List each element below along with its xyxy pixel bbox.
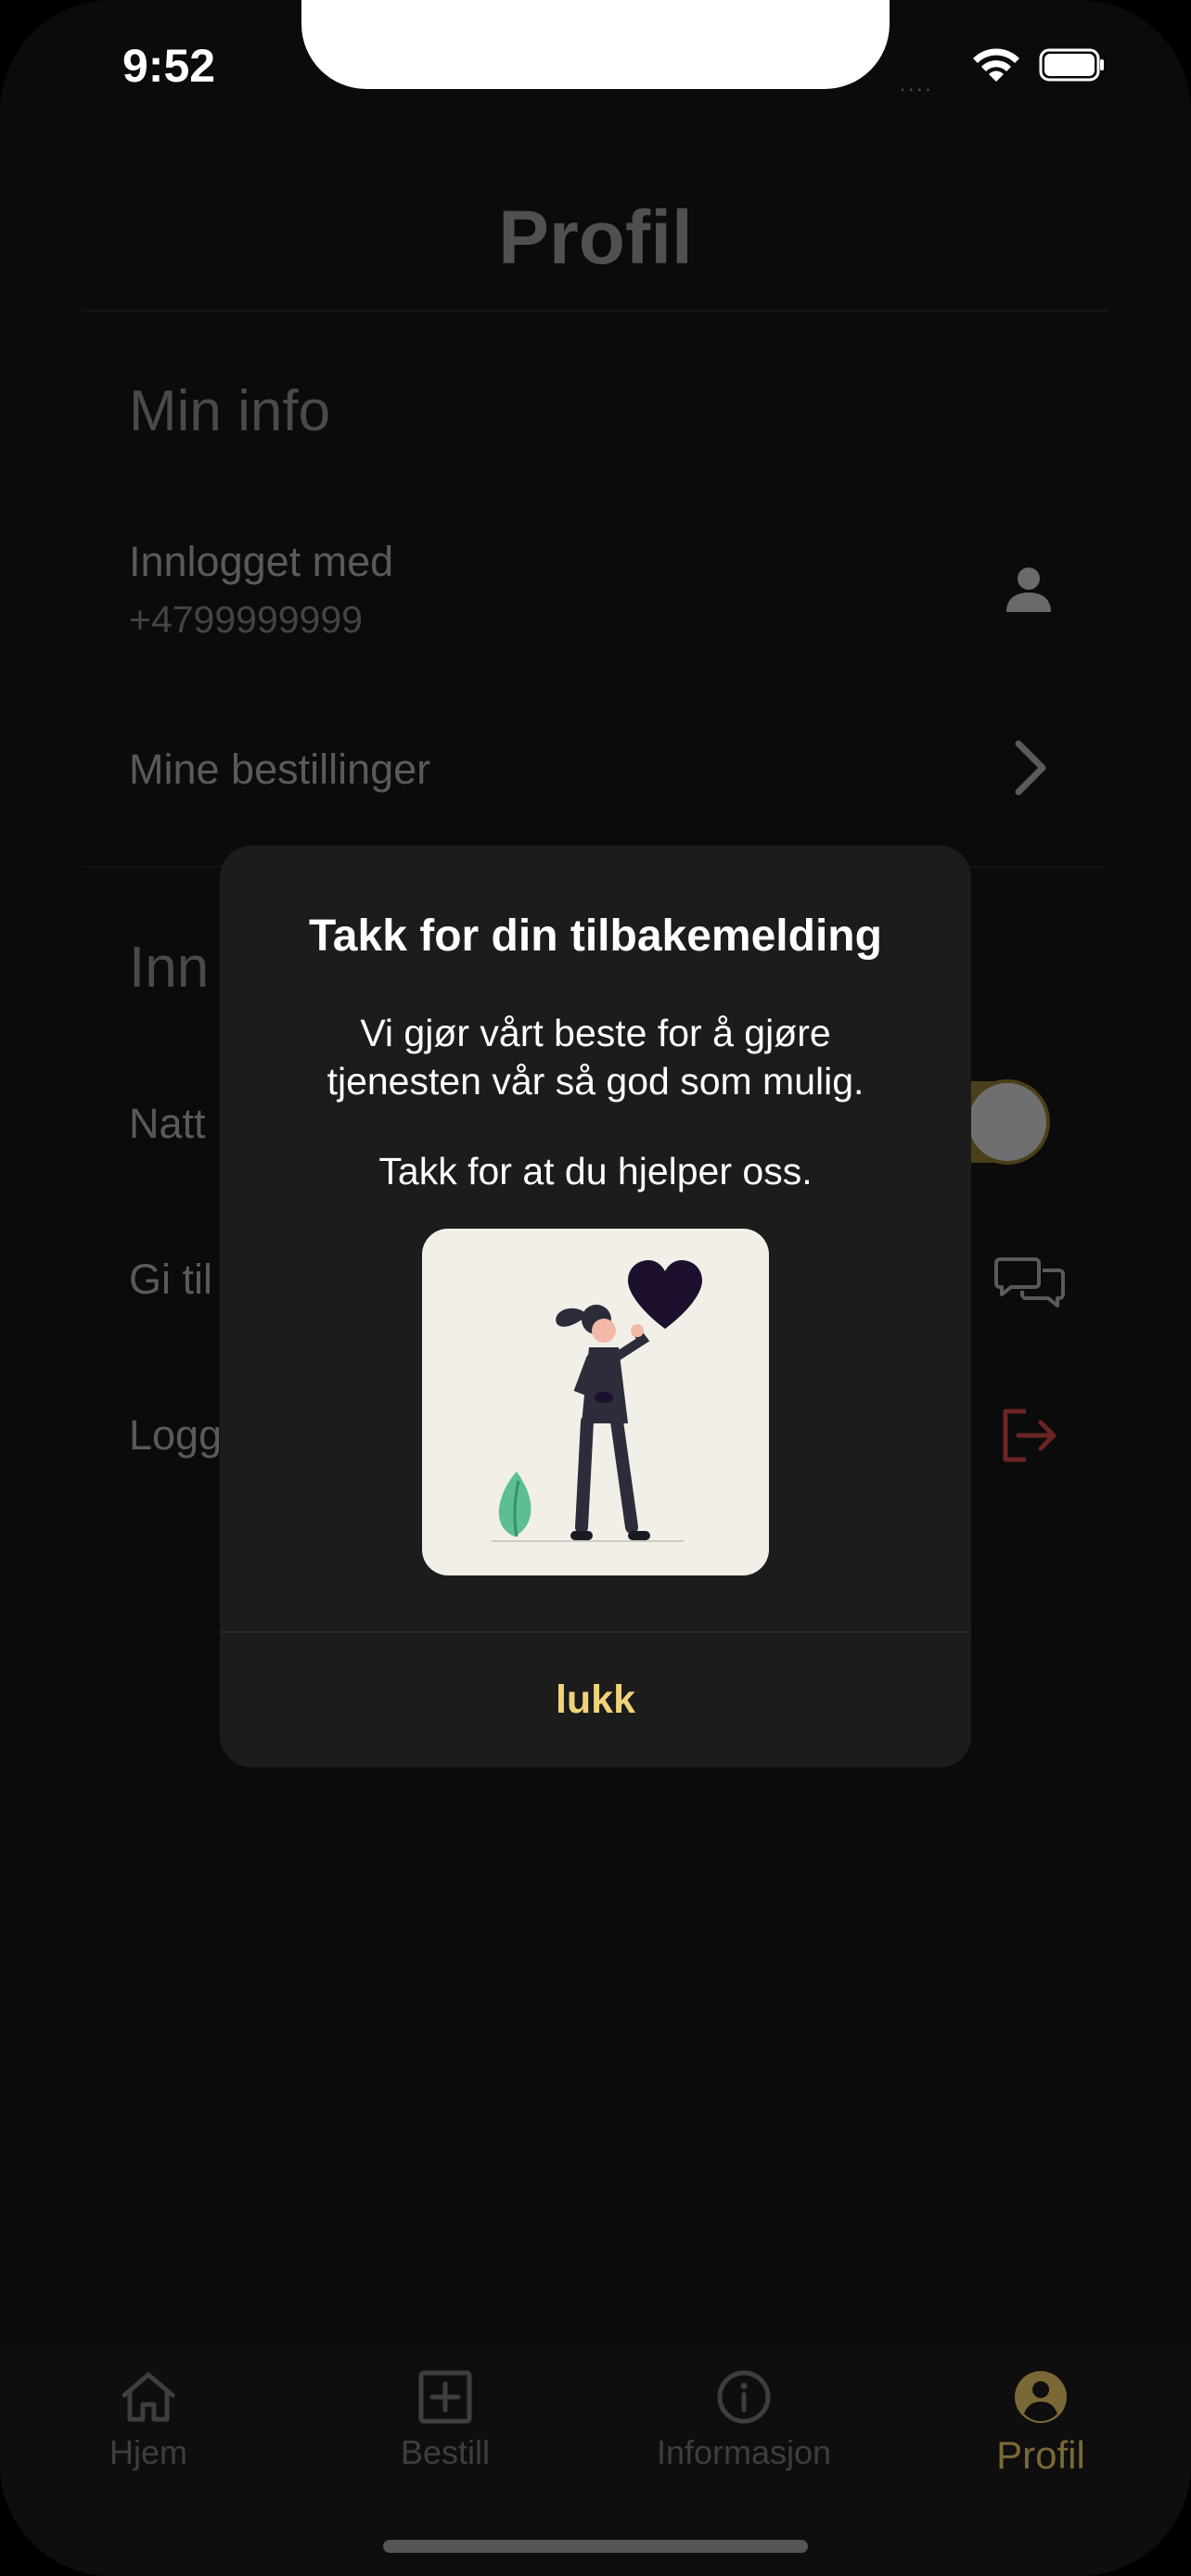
status-bar: 9:52 ....: [0, 0, 1191, 139]
close-dialog-button[interactable]: lukk: [220, 1633, 971, 1767]
battery-icon: [1039, 48, 1104, 82]
dialog-message-line1: Vi gjør vårt beste for å gjøre: [360, 1012, 831, 1054]
section-title-min-info: Min info: [129, 379, 331, 443]
night-mode-label: Natt: [129, 1100, 206, 1147]
plus-square-icon: [418, 2370, 472, 2424]
night-mode-toggle[interactable]: [965, 1079, 1050, 1165]
wifi-icon: [973, 48, 1019, 82]
tab-order[interactable]: Bestill: [334, 2369, 557, 2472]
header-divider: [82, 310, 1109, 312]
tab-home[interactable]: Hjem: [37, 2369, 260, 2472]
home-icon: [122, 2372, 175, 2422]
device-notch: [301, 0, 890, 89]
user-circle-icon: [1015, 2371, 1067, 2423]
status-time: 9:52: [122, 40, 216, 92]
home-indicator[interactable]: [383, 2540, 808, 2553]
logged-in-phone: +4799999999: [129, 598, 363, 641]
logged-in-label: Innlogget med: [129, 538, 394, 585]
tab-profile-label: Profil: [996, 2433, 1085, 2477]
dialog-illustration: [422, 1229, 769, 1575]
tab-info-label: Informasjon: [656, 2433, 832, 2471]
orders-label: Mine bestillinger: [129, 746, 431, 793]
feedback-dialog: Takk for din tilbakemelding Vi gjør vårt…: [220, 846, 971, 1767]
woman-with-heart-illustration: [492, 1260, 702, 1542]
logout-icon[interactable]: [1000, 1408, 1059, 1463]
chat-bubbles-icon[interactable]: [994, 1254, 1065, 1309]
dialog-title: Takk for din tilbakemelding: [309, 912, 882, 961]
chevron-right-icon: [1015, 740, 1046, 796]
dialog-message-line2: tjenesten vår så god som mulig.: [327, 1060, 864, 1103]
tab-order-label: Bestill: [400, 2433, 491, 2471]
feedback-label: Gi til: [129, 1256, 212, 1303]
info-icon: [717, 2370, 771, 2424]
person-icon: [1006, 567, 1051, 612]
tab-profile[interactable]: Profil: [929, 2369, 1152, 2478]
page-title: Profil: [498, 196, 693, 280]
cellular-signal-icon: ....: [900, 72, 934, 96]
tab-home-label: Hjem: [109, 2433, 187, 2471]
logout-label: Logg: [129, 1411, 223, 1459]
phone-screen: 9:52 .... Profil Min info Innlogget med …: [0, 0, 1191, 2576]
section-title-settings: Inn: [129, 936, 210, 1000]
tab-info[interactable]: Informasjon: [633, 2369, 855, 2472]
dialog-message: Vi gjør vårt beste for å gjøre tjenesten…: [248, 1009, 943, 1105]
dialog-message-thanks: Takk for at du hjelper oss.: [378, 1150, 813, 1192]
